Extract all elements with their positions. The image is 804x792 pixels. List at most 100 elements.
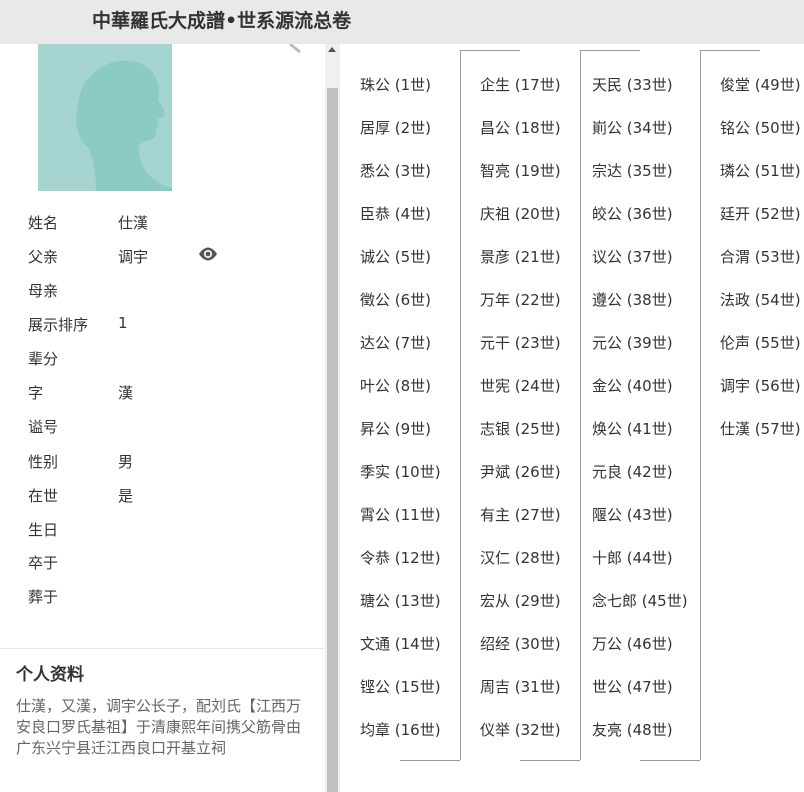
generation-item[interactable]: 世公 (47世) — [592, 676, 673, 696]
column-border — [700, 50, 701, 760]
field-name: 姓名 仕漢 — [28, 212, 318, 232]
scrollbar[interactable] — [325, 44, 340, 792]
generation-item[interactable]: 铭公 (50世) — [720, 117, 801, 137]
field-gender: 性别 男 — [28, 451, 318, 471]
field-label: 展示排序 — [28, 316, 89, 334]
field-value[interactable]: 调宇 — [118, 246, 148, 267]
generation-item[interactable]: 宗达 (35世) — [592, 160, 673, 180]
generation-item[interactable]: 元干 (23世) — [480, 332, 561, 352]
column-border — [640, 760, 700, 761]
generation-item[interactable]: 景彦 (21世) — [480, 246, 561, 266]
generation-item[interactable]: 世宪 (24世) — [480, 375, 561, 395]
generation-item[interactable]: 焕公 (41世) — [592, 418, 673, 438]
page-title: 中華羅氏大成譜•世系源流总卷 — [92, 10, 352, 32]
field-label: 父亲 — [28, 248, 59, 266]
pencil-icon[interactable] — [288, 44, 306, 54]
column-border — [460, 50, 520, 51]
generation-item[interactable]: 璘公 (51世) — [720, 160, 801, 180]
field-value: 仕漢 — [118, 214, 149, 232]
generation-item[interactable]: 调宇 (56世) — [720, 375, 801, 395]
header-bar: 中華羅氏大成譜•世系源流总卷 — [0, 0, 804, 45]
generation-item[interactable]: 友亮 (48世) — [592, 719, 673, 739]
generation-item[interactable]: 令恭 (12世) — [360, 547, 441, 567]
field-father: 父亲 调宇 — [28, 246, 318, 266]
field-label: 母亲 — [28, 282, 59, 300]
generation-item[interactable]: 徵公 (6世) — [360, 289, 431, 309]
person-panel: 姓名 仕漢 父亲 调宇 母亲 展示排序 1 辈分 字 漢 谥号 性别 男 在世 … — [0, 44, 325, 792]
field-alive: 在世 是 — [28, 485, 318, 505]
person-silhouette-icon — [76, 60, 172, 191]
profile-title: 个人资料 — [16, 665, 84, 685]
generation-item[interactable]: 智亮 (19世) — [480, 160, 561, 180]
generation-item[interactable]: 昇公 (9世) — [360, 418, 431, 438]
generation-item[interactable]: 铿公 (15世) — [360, 676, 441, 696]
generation-item[interactable]: 廷开 (52世) — [720, 203, 801, 223]
generation-item[interactable]: 法政 (54世) — [720, 289, 801, 309]
avatar — [38, 44, 172, 191]
field-label: 生日 — [28, 521, 59, 539]
generation-item[interactable]: 汉仁 (28世) — [480, 547, 561, 567]
field-label: 葬于 — [28, 588, 59, 606]
generation-item[interactable]: 天民 (33世) — [592, 74, 673, 94]
generation-item[interactable]: 达公 (7世) — [360, 332, 431, 352]
generation-item[interactable]: 仪举 (32世) — [480, 719, 561, 739]
generation-item[interactable]: 隁公 (43世) — [592, 504, 673, 524]
generation-item[interactable]: 崱公 (34世) — [592, 117, 673, 137]
generation-item[interactable]: 庆祖 (20世) — [480, 203, 561, 223]
field-posthumous-name: 谥号 — [28, 416, 318, 436]
generation-item[interactable]: 企生 (17世) — [480, 74, 561, 94]
generation-item[interactable]: 有主 (27世) — [480, 504, 561, 524]
generation-item[interactable]: 文通 (14世) — [360, 633, 441, 653]
generation-item[interactable]: 均章 (16世) — [360, 719, 441, 739]
field-died-at: 卒于 — [28, 552, 318, 572]
generation-item[interactable]: 十郎 (44世) — [592, 547, 673, 567]
generation-item[interactable]: 金公 (40世) — [592, 375, 673, 395]
lineage-panel: 珠公 (1世) 居厚 (2世) 悉公 (3世) 臣恭 (4世) 诚公 (5世) 徵公 (6… — [340, 44, 804, 792]
generation-item[interactable]: 万年 (22世) — [480, 289, 561, 309]
generation-item[interactable]: 元公 (39世) — [592, 332, 673, 352]
generation-item[interactable]: 仕漢 (57世) — [720, 418, 801, 438]
generation-item[interactable]: 伦声 (55世) — [720, 332, 801, 352]
generation-item[interactable]: 志银 (25世) — [480, 418, 561, 438]
generation-item[interactable]: 瑭公 (13世) — [360, 590, 441, 610]
field-buried-at: 葬于 — [28, 586, 318, 606]
column-border — [520, 760, 580, 761]
generation-item[interactable]: 俊堂 (49世) — [720, 74, 801, 94]
field-label: 谥号 — [28, 418, 59, 436]
generation-item[interactable]: 珠公 (1世) — [360, 74, 431, 94]
field-generation-name: 辈分 — [28, 348, 318, 368]
field-label: 性别 — [28, 453, 59, 471]
generation-item[interactable]: 议公 (37世) — [592, 246, 673, 266]
generation-item[interactable]: 霄公 (11世) — [360, 504, 441, 524]
scroll-up-arrow-icon[interactable] — [328, 47, 336, 52]
generation-item[interactable]: 尹斌 (26世) — [480, 461, 561, 481]
generation-item[interactable]: 叶公 (8世) — [360, 375, 431, 395]
generation-item[interactable]: 万公 (46世) — [592, 633, 673, 653]
generation-item[interactable]: 皎公 (36世) — [592, 203, 673, 223]
eye-icon[interactable] — [198, 247, 218, 261]
field-label: 姓名 — [28, 214, 59, 232]
field-display-order: 展示排序 1 — [28, 314, 318, 334]
generation-item[interactable]: 居厚 (2世) — [360, 117, 431, 137]
generation-item[interactable]: 念七郎 (45世) — [592, 590, 688, 610]
profile-text: 仕漢，又漢，调宇公长子，配刘氏【江西万安良口罗氏基祖】于清康熙年间携父筋骨由广东… — [16, 697, 302, 757]
generation-item[interactable]: 宏从 (29世) — [480, 590, 561, 610]
field-value: 漢 — [118, 384, 134, 402]
field-mother: 母亲 — [28, 280, 318, 300]
generation-item[interactable]: 昌公 (18世) — [480, 117, 561, 137]
field-label: 在世 — [28, 487, 59, 505]
generation-item[interactable]: 元良 (42世) — [592, 461, 673, 481]
generation-item[interactable]: 遵公 (38世) — [592, 289, 673, 309]
column-border — [400, 760, 460, 761]
generation-item[interactable]: 诚公 (5世) — [360, 246, 431, 266]
generation-item[interactable]: 周吉 (31世) — [480, 676, 561, 696]
generation-item[interactable]: 季实 (10世) — [360, 461, 441, 481]
field-label: 辈分 — [28, 350, 59, 368]
generation-item[interactable]: 合渭 (53世) — [720, 246, 801, 266]
generation-item[interactable]: 臣恭 (4世) — [360, 203, 431, 223]
generation-item[interactable]: 悉公 (3世) — [360, 160, 431, 180]
generation-item[interactable]: 绍经 (30世) — [480, 633, 561, 653]
divider — [0, 648, 325, 649]
scrollbar-thumb[interactable] — [327, 88, 338, 792]
column-border — [580, 50, 581, 760]
